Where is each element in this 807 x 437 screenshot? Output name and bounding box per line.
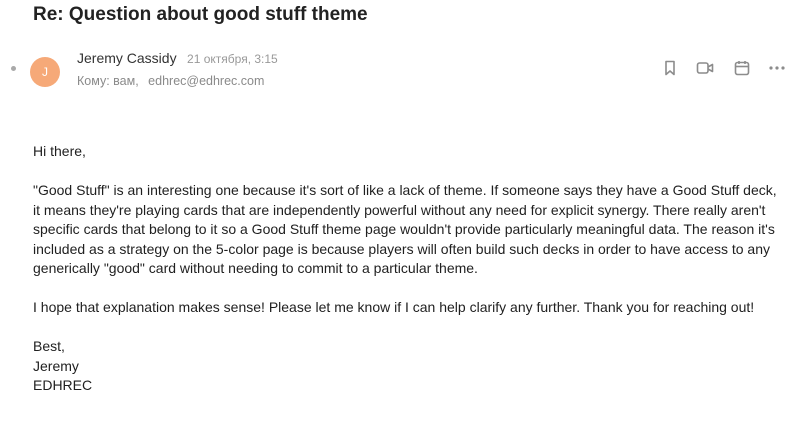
calendar-button[interactable] [732, 58, 752, 78]
signature-org: EDHREC [33, 377, 93, 393]
to-label: Кому: вам, [77, 74, 139, 88]
sender-name[interactable]: Jeremy Cassidy [77, 50, 177, 66]
sent-date: 21 октября, 3:15 [187, 52, 278, 66]
bookmark-icon [665, 60, 675, 76]
signature: Best, Jeremy EDHREC [33, 337, 783, 396]
email-body: Hi there, "Good Stuff" is an interesting… [33, 142, 783, 396]
body-paragraph: I hope that explanation makes sense! Ple… [33, 299, 755, 315]
video-call-button[interactable] [695, 58, 715, 78]
more-options-button[interactable] [767, 58, 787, 78]
sender-avatar[interactable]: J [30, 57, 60, 87]
bookmark-button[interactable] [660, 58, 680, 78]
calendar-icon [734, 61, 750, 76]
recipient-info: Кому: вам, edhrec@edhrec.com [77, 74, 264, 88]
video-call-icon [696, 62, 714, 74]
email-subject: Re: Question about good stuff theme [33, 4, 368, 25]
sender-info: Jeremy Cassidy 21 октября, 3:15 [77, 50, 278, 68]
signature-name: Jeremy [33, 357, 79, 374]
more-options-icon [769, 66, 785, 70]
greeting: Hi there, [33, 143, 86, 159]
closing: Best, [33, 338, 65, 354]
recipient-address[interactable]: edhrec@edhrec.com [148, 74, 264, 88]
message-actions [660, 58, 790, 78]
body-paragraph: "Good Stuff" is an interesting one becau… [33, 182, 777, 276]
unread-indicator[interactable] [11, 66, 16, 71]
